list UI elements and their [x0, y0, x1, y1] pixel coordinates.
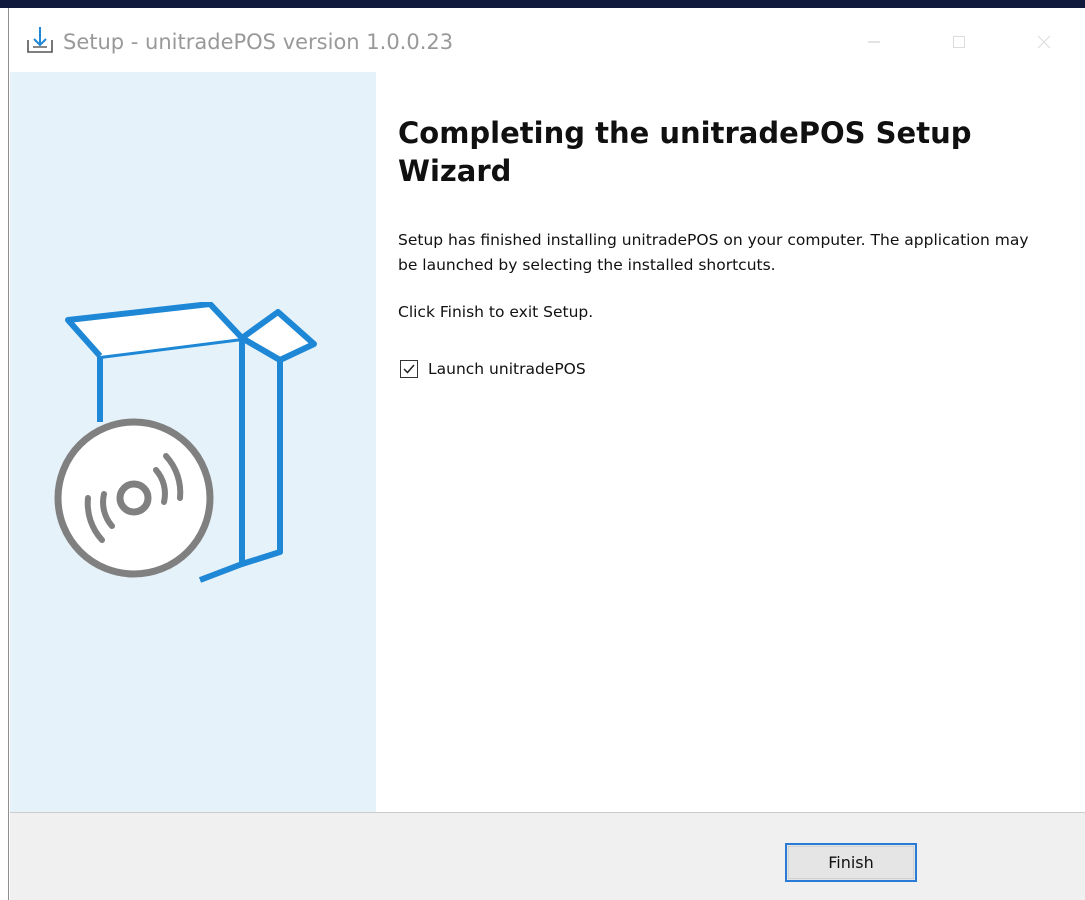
page-title: Completing the unitradePOS Setup Wizard	[398, 116, 972, 188]
finish-button[interactable]: Finish	[785, 843, 917, 882]
maximize-icon	[953, 36, 965, 48]
software-box-disc-icon	[54, 302, 317, 583]
launch-option[interactable]: Launch unitradePOS	[400, 360, 586, 378]
wizard-footer: Finish	[10, 813, 1085, 900]
close-button[interactable]	[1014, 22, 1074, 62]
minimize-button[interactable]	[844, 22, 904, 62]
title-bar[interactable]: Setup - unitradePOS version 1.0.0.23	[9, 8, 1085, 72]
completion-message: Setup has finished installing unitradePO…	[398, 231, 1029, 274]
install-download-icon	[25, 25, 55, 55]
minimize-icon	[868, 41, 880, 43]
window-top-edge	[0, 0, 1085, 8]
wizard-side-panel	[10, 72, 376, 812]
setup-window: Setup - unitradePOS version 1.0.0.23 Com…	[8, 8, 1085, 900]
launch-checkbox[interactable]	[400, 360, 418, 378]
close-icon	[1037, 35, 1051, 49]
maximize-button[interactable]	[929, 22, 989, 62]
window-title: Setup - unitradePOS version 1.0.0.23	[63, 30, 454, 54]
wizard-content: Completing the unitradePOS Setup Wizard …	[376, 72, 1085, 812]
launch-label[interactable]: Launch unitradePOS	[428, 360, 586, 378]
finish-instruction: Click Finish to exit Setup.	[398, 303, 594, 321]
checkmark-icon	[403, 364, 415, 374]
